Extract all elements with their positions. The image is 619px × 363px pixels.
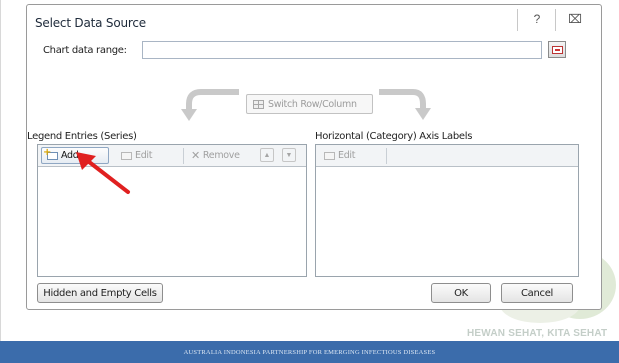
arrow-down-icon: ▼	[285, 151, 293, 159]
switch-row-column-button[interactable]: Switch Row/Column	[246, 94, 373, 114]
axis-labels-list[interactable]	[316, 168, 578, 276]
hidden-empty-cells-button[interactable]: Hidden and Empty Cells	[37, 283, 163, 303]
edit-label: Edit	[338, 150, 356, 161]
close-button[interactable]: ⌧	[561, 9, 589, 29]
annotation-arrow-icon	[76, 152, 130, 194]
footer-bar: AUSTRALIA INDONESIA PARTNERSHIP FOR EMER…	[0, 341, 619, 363]
move-up-button[interactable]: ▲	[260, 148, 274, 162]
edit-axis-labels-button[interactable]: Edit	[319, 147, 383, 164]
help-icon: ?	[533, 12, 541, 26]
chart-data-range-input[interactable]	[142, 41, 542, 59]
collapse-range-icon	[551, 45, 563, 54]
footer-text: AUSTRALIA INDONESIA PARTNERSHIP FOR EMER…	[183, 348, 436, 356]
help-button[interactable]: ?	[523, 9, 551, 29]
remove-label: Remove	[202, 150, 240, 161]
dialog-title: Select Data Source	[35, 16, 146, 30]
watermark-text: HEWAN SEHAT, KITA SEHAT	[467, 328, 608, 339]
curved-arrow-right-icon	[379, 89, 431, 120]
chart-data-range-label: Chart data range:	[43, 45, 127, 56]
axis-labels-panel: Edit	[315, 144, 579, 277]
remove-series-button[interactable]: ✕ Remove	[186, 147, 256, 164]
switch-row-column-icon	[253, 99, 264, 109]
arrow-up-icon: ▲	[263, 151, 271, 159]
slide-edge	[0, 0, 1, 341]
toolbar-separator	[183, 148, 184, 164]
edit-icon	[324, 151, 335, 160]
legend-entries-heading: Legend Entries (Series)	[27, 131, 137, 142]
toolbar-separator	[386, 148, 387, 164]
slide: Select Data Source ? ⌧ Chart data range:…	[0, 0, 619, 363]
title-separator	[517, 9, 518, 31]
remove-icon: ✕	[191, 149, 200, 162]
curved-arrow-left-icon	[181, 89, 239, 121]
cancel-button[interactable]: Cancel	[501, 283, 573, 303]
add-icon	[43, 147, 58, 160]
ok-button[interactable]: OK	[431, 283, 491, 303]
switch-row-column-label: Switch Row/Column	[268, 98, 357, 110]
title-separator	[555, 9, 556, 31]
close-icon: ⌧	[568, 12, 582, 26]
axis-labels-heading: Horizontal (Category) Axis Labels	[315, 131, 473, 142]
collapse-dialog-button[interactable]	[548, 41, 566, 58]
axis-toolbar: Edit	[316, 145, 578, 167]
move-down-button[interactable]: ▼	[282, 148, 296, 162]
